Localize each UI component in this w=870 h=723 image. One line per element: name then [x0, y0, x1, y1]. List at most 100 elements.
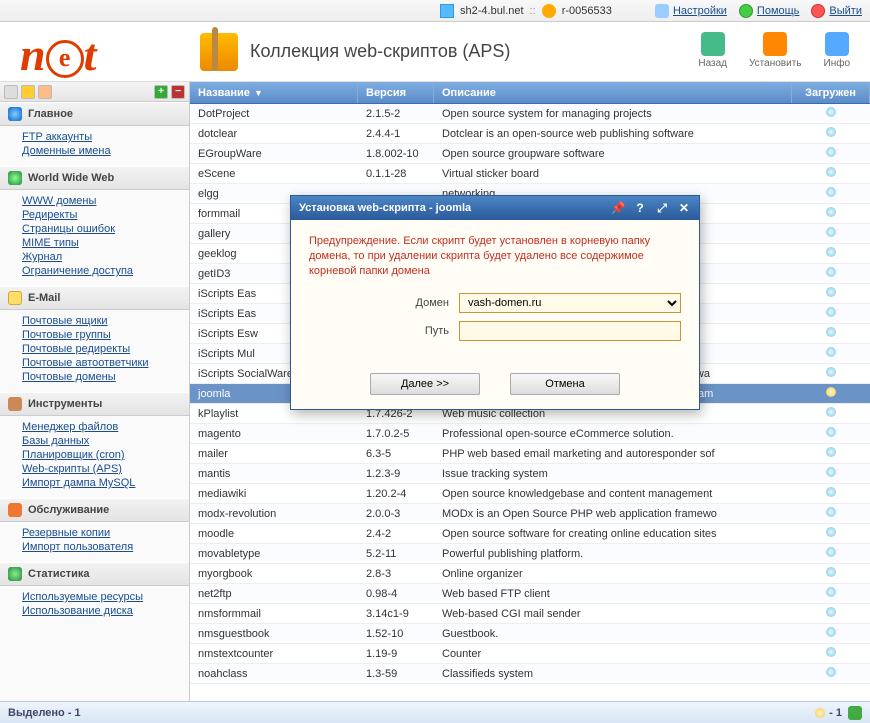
sidebar-link[interactable]: Почтовые группы: [22, 328, 183, 342]
sidebar-link[interactable]: Доменные имена: [22, 144, 183, 158]
cell-loaded: [792, 185, 870, 202]
table-row[interactable]: dotclear2.4.4-1Dotclear is an open-sourc…: [190, 124, 870, 144]
collapse-all-icon[interactable]: −: [171, 85, 185, 99]
maximize-icon[interactable]: ⤢: [655, 201, 669, 215]
table-row[interactable]: net2ftp0.98-4Web based FTP client: [190, 584, 870, 604]
table-row[interactable]: movabletype5.2-11Powerful publishing pla…: [190, 544, 870, 564]
cell-loaded: [792, 465, 870, 482]
section-title: Обслуживание: [28, 504, 109, 516]
cell-version: 2.4.4-1: [358, 126, 434, 142]
bulb-icon: [826, 587, 836, 597]
sidebar-link[interactable]: Использование диска: [22, 604, 183, 618]
bulb-icon: [826, 107, 836, 117]
sidebar-link[interactable]: Импорт дампа MySQL: [22, 476, 183, 490]
sidebar-link[interactable]: Страницы ошибок: [22, 222, 183, 236]
sidebar-link[interactable]: Редиректы: [22, 208, 183, 222]
sidebar-link[interactable]: Используемые ресурсы: [22, 590, 183, 604]
modal-titlebar[interactable]: Установка web-скрипта - joomla 📌 ? ⤢ ✕: [291, 196, 699, 220]
domain-select[interactable]: vash-domen.ru: [459, 293, 681, 313]
cell-loaded: [792, 665, 870, 682]
help-icon[interactable]: ?: [633, 201, 647, 215]
table-row[interactable]: mailer6.3-5PHP web based email marketing…: [190, 444, 870, 464]
settings-link[interactable]: Настройки: [655, 4, 727, 18]
sidebar-section: World Wide Web WWW доменыРедиректыСтраниц…: [0, 166, 189, 286]
cell-version: 0.1.1-28: [358, 166, 434, 182]
table-row[interactable]: mantis1.2.3-9Issue tracking system: [190, 464, 870, 484]
table-row[interactable]: modx-revolution2.0.0-3MODx is an Open So…: [190, 504, 870, 524]
table-row[interactable]: noahclass1.3-59Classifieds system: [190, 664, 870, 684]
refresh-icon[interactable]: [848, 706, 862, 720]
home-icon[interactable]: [38, 85, 52, 99]
table-row[interactable]: nmstextcounter1.19-9Counter: [190, 644, 870, 664]
table-row[interactable]: DotProject2.1.5-2Open source system for …: [190, 104, 870, 124]
list-icon[interactable]: [4, 85, 18, 99]
doc-icon: [440, 4, 454, 18]
table-row[interactable]: nmsformmail3.14c1-9Web-based CGI mail se…: [190, 604, 870, 624]
table-row[interactable]: myorgbook2.8-3Online organizer: [190, 564, 870, 584]
cell-loaded: [792, 445, 870, 462]
cell-version: 1.19-9: [358, 646, 434, 662]
cell-loaded: [792, 245, 870, 262]
sidebar-link[interactable]: Почтовые автоответчики: [22, 356, 183, 370]
sidebar-link[interactable]: Почтовые домены: [22, 370, 183, 384]
path-input[interactable]: [459, 321, 681, 341]
sidebar-link[interactable]: Web-скрипты (APS): [22, 462, 183, 476]
expand-all-icon[interactable]: +: [154, 85, 168, 99]
cell-desc: Guestbook.: [434, 626, 792, 642]
close-icon[interactable]: ✕: [677, 201, 691, 215]
cell-desc: Classifieds system: [434, 666, 792, 682]
sidebar-toolbar: + −: [0, 82, 189, 102]
sidebar-section-header[interactable]: Инструменты: [0, 392, 189, 416]
sidebar-section-header[interactable]: E-Mail: [0, 286, 189, 310]
table-row[interactable]: mediawiki1.20.2-4Open source knowledgeba…: [190, 484, 870, 504]
sidebar-link[interactable]: Журнал: [22, 250, 183, 264]
bulb-icon: [826, 647, 836, 657]
sidebar-link[interactable]: Резервные копии: [22, 526, 183, 540]
star-icon[interactable]: [21, 85, 35, 99]
cell-desc: Open source groupware software: [434, 146, 792, 162]
sidebar-section-header[interactable]: Главное: [0, 102, 189, 126]
table-row[interactable]: eScene0.1.1-28Virtual sticker board: [190, 164, 870, 184]
col-desc[interactable]: Описание: [434, 82, 792, 103]
header-actions: Назад Установить Инфо: [698, 32, 850, 69]
sidebar-link[interactable]: FTP аккаунты: [22, 130, 183, 144]
cell-loaded: [792, 505, 870, 522]
cell-loaded: [792, 565, 870, 582]
col-loaded[interactable]: Загружен: [792, 82, 870, 103]
sidebar-link[interactable]: Импорт пользователя: [22, 540, 183, 554]
bulb-icon: [826, 607, 836, 617]
next-button[interactable]: Далее >>: [370, 373, 480, 395]
back-button[interactable]: Назад: [698, 32, 727, 69]
section-title: Главное: [28, 108, 73, 120]
col-name[interactable]: Название▼: [190, 82, 358, 103]
sidebar-link[interactable]: Почтовые ящики: [22, 314, 183, 328]
sidebar-link[interactable]: WWW домены: [22, 194, 183, 208]
sidebar-section-header[interactable]: Статистика: [0, 562, 189, 586]
table-row[interactable]: nmsguestbook1.52-10Guestbook.: [190, 624, 870, 644]
modal-title-text: Установка web-скрипта - joomla: [299, 202, 471, 214]
sidebar-section-header[interactable]: World Wide Web: [0, 166, 189, 190]
sidebar-link[interactable]: Базы данных: [22, 434, 183, 448]
modal-buttons: Далее >> Отмена: [291, 363, 699, 409]
cell-loaded: [792, 385, 870, 402]
sidebar-section: Инструменты Менеджер файловБазы данныхПла…: [0, 392, 189, 498]
sidebar-link[interactable]: Планировщик (cron): [22, 448, 183, 462]
sidebar-link[interactable]: Менеджер файлов: [22, 420, 183, 434]
install-button[interactable]: Установить: [749, 32, 802, 69]
sidebar-link[interactable]: MIME типы: [22, 236, 183, 250]
sidebar-link[interactable]: Почтовые редиректы: [22, 342, 183, 356]
host-label: sh2-4.bul.net: [460, 5, 524, 17]
info-button[interactable]: Инфо: [824, 32, 851, 69]
table-row[interactable]: EGroupWare1.8.002-10Open source groupwar…: [190, 144, 870, 164]
cell-loaded: [792, 305, 870, 322]
table-row[interactable]: moodle2.4-2Open source software for crea…: [190, 524, 870, 544]
cell-name: nmstextcounter: [190, 646, 358, 662]
table-row[interactable]: magento1.7.0.2-5Professional open-source…: [190, 424, 870, 444]
sidebar-section-header[interactable]: Обслуживание: [0, 498, 189, 522]
sidebar-link[interactable]: Ограничение доступа: [22, 264, 183, 278]
col-version[interactable]: Версия: [358, 82, 434, 103]
exit-link[interactable]: Выйти: [811, 4, 862, 18]
cancel-button[interactable]: Отмена: [510, 373, 620, 395]
pin-icon[interactable]: 📌: [611, 201, 625, 215]
help-link[interactable]: Помощь: [739, 4, 800, 18]
